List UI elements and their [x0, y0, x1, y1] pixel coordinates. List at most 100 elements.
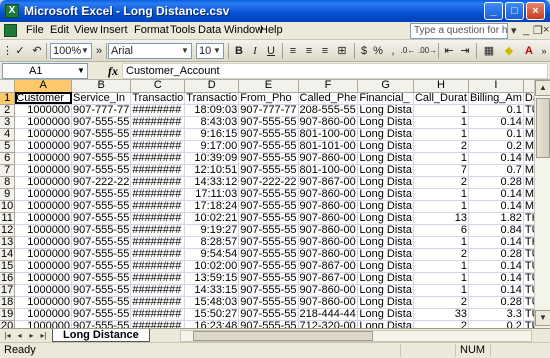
cell[interactable]: MON [523, 140, 534, 153]
cell[interactable]: 0.14 [468, 200, 524, 213]
cell[interactable]: 0.14 [468, 116, 524, 129]
cell[interactable]: 1 [413, 128, 469, 141]
cell[interactable]: 1000000 [14, 284, 73, 297]
cell[interactable]: ######## [130, 128, 186, 141]
cell[interactable]: 1000000 [14, 152, 73, 165]
cell[interactable]: ######## [130, 188, 186, 201]
cell[interactable]: Long Dista [357, 104, 414, 117]
cell[interactable]: 907-555-55 [238, 212, 299, 225]
percent-button[interactable]: % [372, 43, 384, 59]
menu-tools[interactable]: Tools [170, 24, 196, 36]
cell[interactable]: 0.28 [468, 248, 524, 261]
cell[interactable]: 1000000 [14, 260, 73, 273]
cell[interactable]: TUE [523, 260, 534, 273]
fill-color-icon[interactable]: ◆ [500, 43, 518, 59]
cell[interactable]: 0.1 [468, 128, 524, 141]
cell[interactable]: TUE [523, 320, 534, 328]
cell[interactable]: 1000000 [14, 248, 73, 261]
cell[interactable]: 2 [413, 140, 469, 153]
chevron-down-icon[interactable]: ▾ [511, 24, 517, 37]
cell[interactable]: 1000000 [14, 224, 73, 237]
cell[interactable]: 10:39:09 [184, 152, 240, 165]
cell[interactable]: ######## [130, 272, 186, 285]
cell[interactable]: 0.14 [468, 260, 524, 273]
cell[interactable]: 1 [413, 152, 469, 165]
cell[interactable]: 0.14 [468, 152, 524, 165]
sheet-tab[interactable]: Long Distance [52, 329, 150, 342]
cell[interactable]: 907-555-55 [71, 272, 132, 285]
cell[interactable]: 907-860-00 [298, 296, 359, 309]
column-header-c[interactable]: C [130, 80, 186, 93]
increase-decimal-icon[interactable]: .0← [400, 43, 416, 59]
menu-format[interactable]: Format [134, 24, 169, 36]
row-header[interactable]: 5 [0, 140, 16, 153]
cell[interactable]: 907-222-22 [71, 176, 132, 189]
decrease-indent-icon[interactable]: ⇤ [442, 43, 456, 59]
cell[interactable]: 907-555-55 [71, 200, 132, 213]
bold-button[interactable]: B [232, 43, 246, 59]
cell[interactable]: 0.28 [468, 296, 524, 309]
cell[interactable]: 1000000 [14, 200, 73, 213]
cell[interactable]: ######## [130, 164, 186, 177]
cell[interactable]: 801-100-00 [298, 128, 359, 141]
cell[interactable]: Transactio [184, 92, 240, 105]
align-right-icon[interactable]: ≡ [318, 43, 332, 59]
cell[interactable]: 1 [413, 116, 469, 129]
cell[interactable]: Long Dista [357, 308, 414, 321]
increase-indent-icon[interactable]: ⇥ [458, 43, 472, 59]
cell[interactable]: 712-320-00 [298, 320, 359, 328]
underline-button[interactable]: U [264, 43, 278, 59]
row-header[interactable]: 6 [0, 152, 16, 165]
italic-button[interactable]: I [248, 43, 262, 59]
cell[interactable]: 907-860-00 [298, 212, 359, 225]
cell[interactable]: 907-555-55 [71, 140, 132, 153]
cell[interactable]: ######## [130, 140, 186, 153]
cell[interactable]: From_Pho [238, 92, 299, 105]
maximize-icon[interactable]: □ [505, 2, 524, 20]
cell[interactable]: 16:23:48 [184, 320, 240, 328]
column-header-d[interactable]: D [184, 80, 240, 93]
column-header-j[interactable]: J [523, 80, 534, 93]
column-header-f[interactable]: F [298, 80, 359, 93]
cell[interactable]: Call_Durat [413, 92, 469, 105]
cell[interactable]: 907-860-00 [298, 152, 359, 165]
toolbar-options-icon[interactable]: » [94, 43, 104, 59]
cell[interactable]: 10:02:21 [184, 212, 240, 225]
cell[interactable]: MON [523, 188, 534, 201]
minimize-icon[interactable]: _ [484, 2, 503, 20]
borders-icon[interactable]: ▦ [480, 43, 498, 59]
cell[interactable]: 907-860-00 [298, 188, 359, 201]
cell[interactable]: Long Dista [357, 140, 414, 153]
cell[interactable]: MON [523, 164, 534, 177]
cell[interactable]: 0.2 [468, 140, 524, 153]
column-header-b[interactable]: B [71, 80, 132, 93]
close-doc-icon[interactable]: × [543, 24, 549, 36]
workbook-icon[interactable] [4, 24, 17, 37]
cell[interactable]: ######## [130, 260, 186, 273]
cell[interactable]: 907-555-55 [71, 188, 132, 201]
cell[interactable]: 907-555-55 [238, 140, 299, 153]
cell[interactable]: 14:33:12 [184, 176, 240, 189]
cell[interactable]: 1 [413, 188, 469, 201]
menu-data[interactable]: Data [198, 24, 221, 36]
cell[interactable]: Long Dista [357, 296, 414, 309]
cell[interactable]: 1 [413, 260, 469, 273]
cell[interactable]: 907-555-55 [238, 308, 299, 321]
cell[interactable]: 907-555-55 [71, 128, 132, 141]
comma-style-icon[interactable]: , [386, 43, 400, 59]
cell[interactable]: 907-555-55 [71, 248, 132, 261]
cell[interactable]: 1.82 [468, 212, 524, 225]
row-header[interactable]: 14 [0, 248, 16, 261]
cell[interactable]: 15:48:03 [184, 296, 240, 309]
worksheet-grid[interactable]: A B C D E F G H I J K L 1Customer_Servic… [0, 80, 534, 328]
cell[interactable]: ######## [130, 104, 186, 117]
cell[interactable]: 1 [413, 284, 469, 297]
cell[interactable]: ######## [130, 308, 186, 321]
column-header-e[interactable]: E [238, 80, 299, 93]
row-header[interactable]: 20 [0, 320, 16, 328]
row-header[interactable]: 3 [0, 116, 16, 129]
cell[interactable]: Long Dista [357, 116, 414, 129]
cell[interactable]: 907-555-55 [238, 236, 299, 249]
cell[interactable]: 907-867-00 [298, 272, 359, 285]
cell[interactable]: 907-555-55 [238, 296, 299, 309]
